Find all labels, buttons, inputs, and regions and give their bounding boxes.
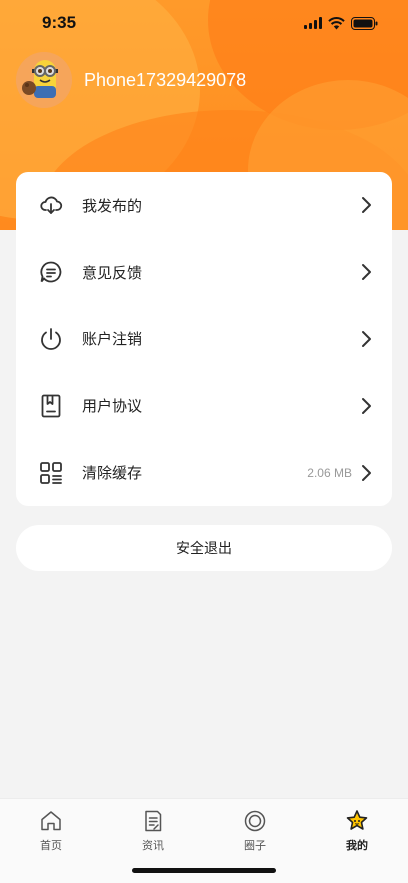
bookmark-document-icon [38,393,64,419]
tab-label: 圈子 [244,839,266,852]
wifi-icon [328,16,345,29]
tab-label: 我的 [346,839,368,852]
chat-bubble-icon [38,259,64,285]
menu-item-clear-cache[interactable]: 清除缓存 2.06 MB [16,439,392,506]
menu-item-label: 我发布的 [82,196,143,215]
status-icons [304,16,378,30]
avatar[interactable] [16,52,72,108]
profile-section[interactable]: Phone17329429078 [16,52,246,108]
battery-icon [351,16,378,30]
home-indicator [132,868,276,873]
home-icon [41,811,61,831]
power-icon [38,326,64,352]
status-time: 9:35 [42,13,77,32]
signal-icon [304,17,322,29]
grid-list-icon [38,460,64,486]
news-document-icon [145,810,162,832]
chevron-right-icon [362,264,371,281]
username[interactable]: Phone17329429078 [84,70,246,91]
circle-icon [244,810,266,832]
cache-size: 2.06 MB [307,465,352,480]
tab-label: 资讯 [142,839,164,852]
menu-card: 我发布的 意见反馈 账户注销 用户协议 清除缓存 2.06 MB [16,172,392,506]
menu-item-delete-account[interactable]: 账户注销 [16,306,392,373]
cloud-download-icon [38,192,64,218]
menu-item-label: 意见反馈 [82,263,143,282]
menu-item-user-agreement[interactable]: 用户协议 [16,372,392,439]
chevron-right-icon [362,464,371,481]
status-bar: 9:35 [0,0,408,46]
tab-mine[interactable]: 我的 [317,809,397,883]
tab-home[interactable]: 首页 [11,809,91,883]
logout-button[interactable]: 安全退出 [16,525,392,571]
chevron-right-icon [362,330,371,347]
chevron-right-icon [362,397,371,414]
menu-item-feedback[interactable]: 意见反馈 [16,239,392,306]
minion-avatar-icon [16,52,72,108]
menu-item-label: 用户协议 [82,397,143,416]
menu-item-my-posts[interactable]: 我发布的 [16,172,392,239]
menu-item-label: 清除缓存 [82,464,143,483]
menu-item-label: 账户注销 [82,330,143,349]
chevron-right-icon [362,197,371,214]
tab-label: 首页 [40,839,62,852]
star-face-icon [346,810,368,830]
